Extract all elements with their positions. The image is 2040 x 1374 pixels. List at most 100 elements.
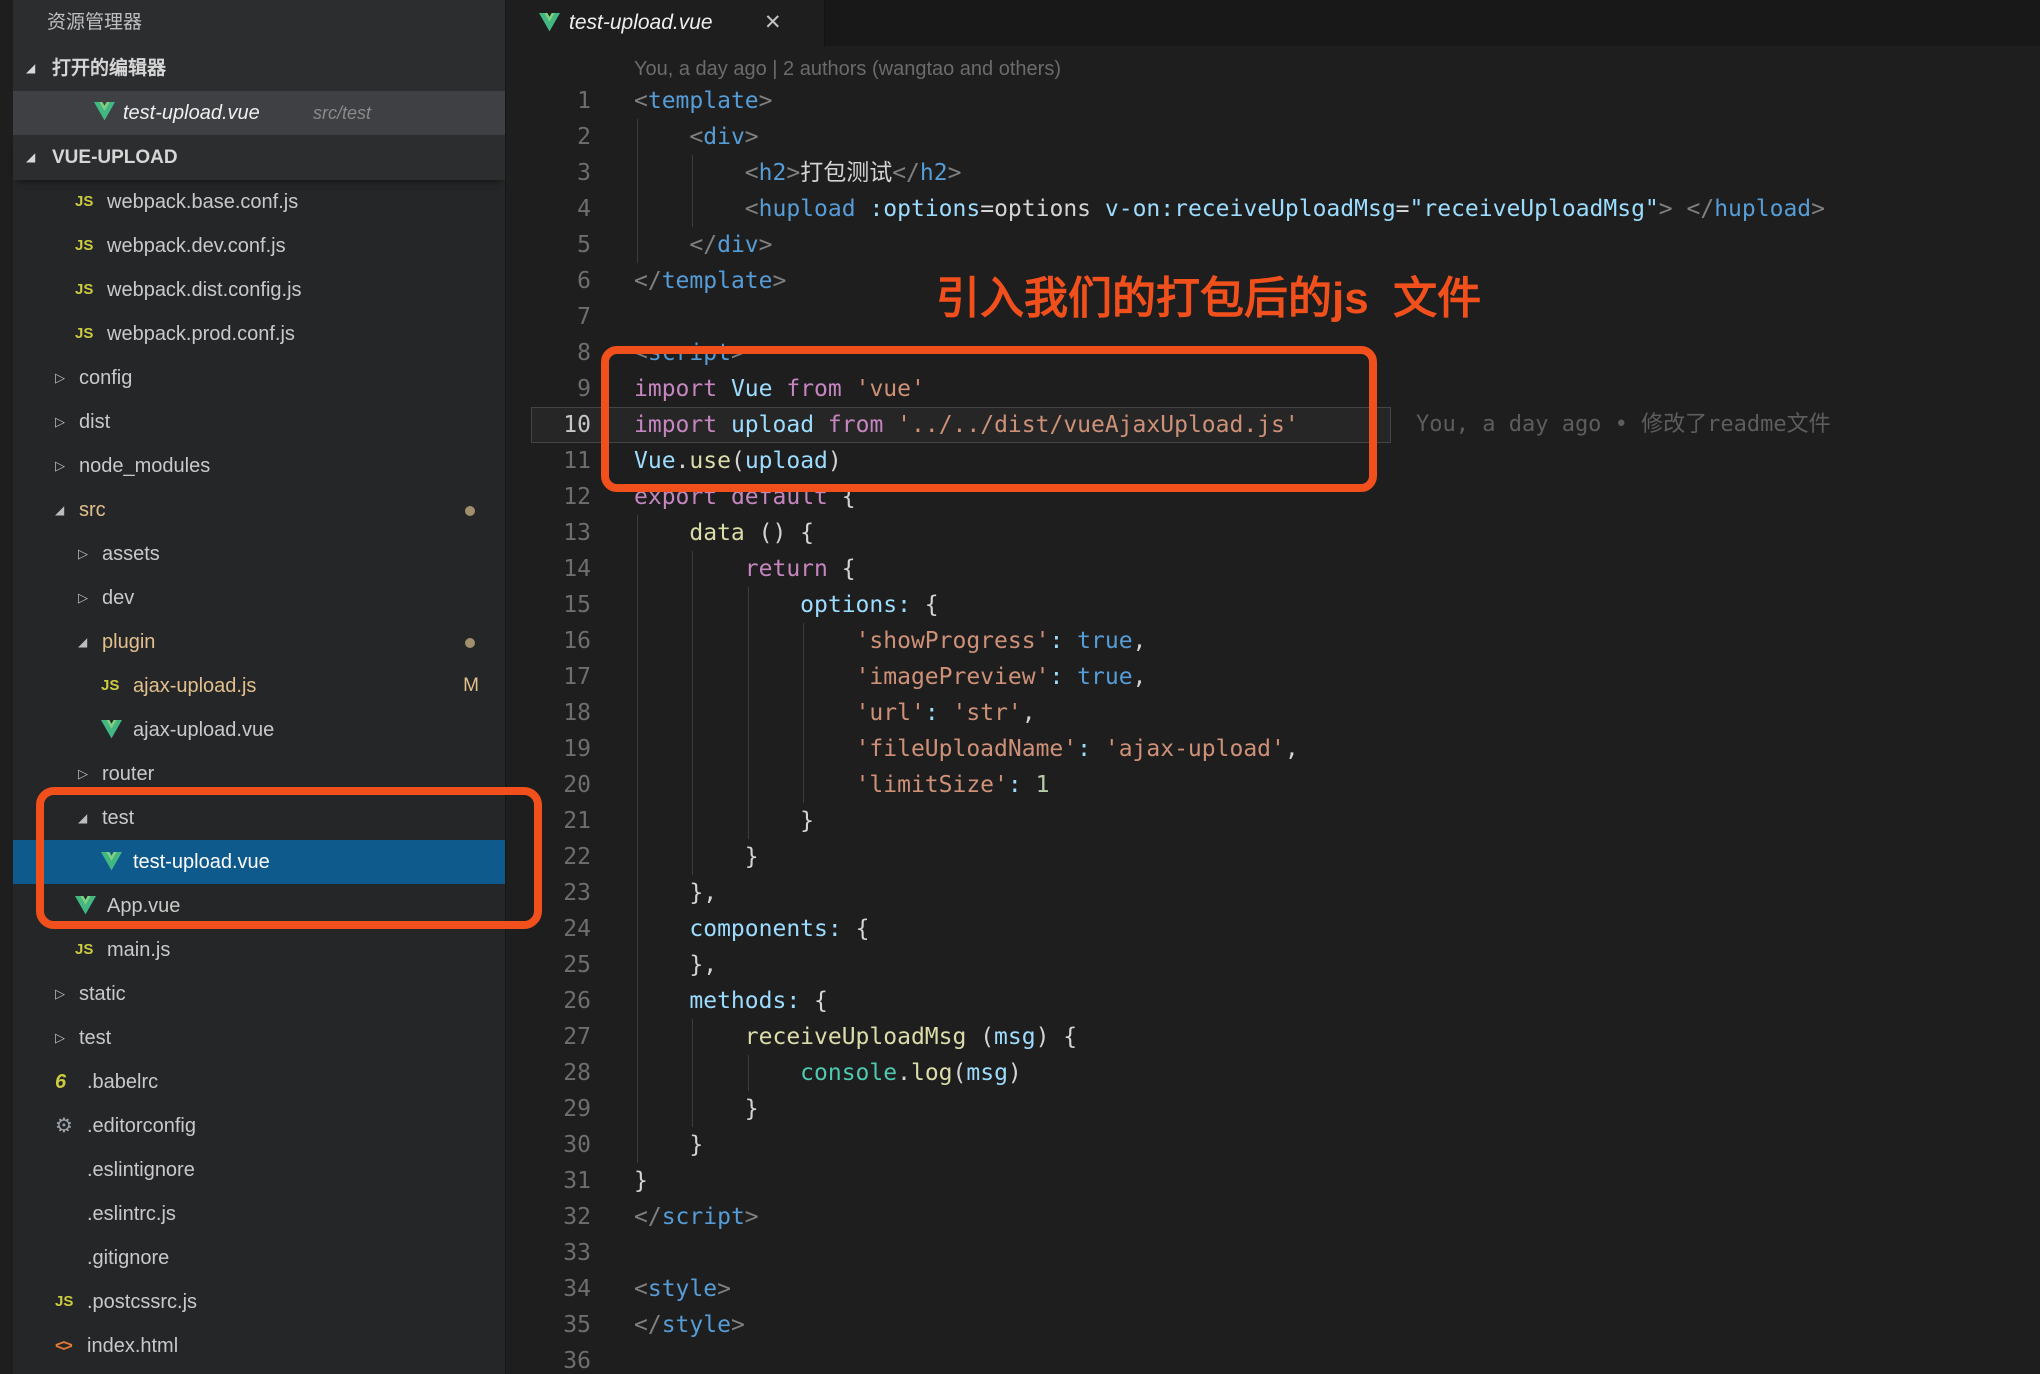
tree-item-App.vue[interactable]: App.vue — [13, 884, 505, 928]
tree-item-index.html[interactable]: <>index.html — [13, 1324, 505, 1368]
folder-collapsed-icon[interactable]: ▷ — [55, 972, 65, 1016]
line-number[interactable]: 29 — [506, 1091, 591, 1127]
tree-item-.gitignore[interactable]: .gitignore — [13, 1236, 505, 1280]
tree-item-router[interactable]: ▷router — [13, 752, 505, 796]
code-line-3[interactable]: 3 <h2>打包测试</h2> — [506, 155, 2040, 191]
open-editor-item-test-upload[interactable]: test-upload.vue src/test — [13, 91, 505, 135]
tree-item-test[interactable]: ◢test — [13, 796, 505, 840]
code-line-32[interactable]: 32</script> — [506, 1199, 2040, 1235]
code-line-23[interactable]: 23 }, — [506, 875, 2040, 911]
code-line-14[interactable]: 14 return { — [506, 551, 2040, 587]
folder-collapsed-icon[interactable]: ▷ — [55, 356, 65, 400]
line-number[interactable]: 26 — [506, 983, 591, 1019]
code-line-2[interactable]: 2 <div> — [506, 119, 2040, 155]
code-line-13[interactable]: 13 data () { — [506, 515, 2040, 551]
code-line-20[interactable]: 20 'limitSize': 1 — [506, 767, 2040, 803]
code-line-8[interactable]: 8<script> — [506, 335, 2040, 371]
line-number[interactable]: 31 — [506, 1163, 591, 1199]
line-number[interactable]: 17 — [506, 659, 591, 695]
tree-item-test[interactable]: ▷test — [13, 1016, 505, 1060]
line-number[interactable]: 36 — [506, 1343, 591, 1374]
folder-expanded-icon[interactable]: ◢ — [55, 488, 64, 532]
line-number[interactable]: 21 — [506, 803, 591, 839]
line-number[interactable]: 22 — [506, 839, 591, 875]
line-number[interactable]: 10 — [506, 407, 591, 443]
tree-item-ajax-upload.js[interactable]: JSajax-upload.jsM — [13, 664, 505, 708]
tree-item-.editorconfig[interactable]: ⚙.editorconfig — [13, 1104, 505, 1148]
folder-collapsed-icon[interactable]: ▷ — [55, 444, 65, 488]
line-number[interactable]: 24 — [506, 911, 591, 947]
code-line-17[interactable]: 17 'imagePreview': true, — [506, 659, 2040, 695]
tree-item-webpack.prod.conf.js[interactable]: JSwebpack.prod.conf.js — [13, 312, 505, 356]
line-number[interactable]: 14 — [506, 551, 591, 587]
tree-item-assets[interactable]: ▷assets — [13, 532, 505, 576]
folder-collapsed-icon[interactable]: ▷ — [55, 400, 65, 444]
tree-item-dist[interactable]: ▷dist — [13, 400, 505, 444]
line-number[interactable]: 25 — [506, 947, 591, 983]
line-number[interactable]: 8 — [506, 335, 591, 371]
tree-item-main.js[interactable]: JSmain.js — [13, 928, 505, 972]
open-editors-header[interactable]: ◢ 打开的编辑器 — [13, 46, 505, 91]
line-number[interactable]: 23 — [506, 875, 591, 911]
folder-expanded-icon[interactable]: ◢ — [78, 796, 87, 840]
folder-collapsed-icon[interactable]: ▷ — [78, 532, 88, 576]
code-line-24[interactable]: 24 components: { — [506, 911, 2040, 947]
code-line-36[interactable]: 36 — [506, 1343, 2040, 1374]
tree-item-.postcssrc.js[interactable]: JS.postcssrc.js — [13, 1280, 505, 1324]
line-number[interactable]: 6 — [506, 263, 591, 299]
line-number[interactable]: 16 — [506, 623, 591, 659]
line-number[interactable]: 33 — [506, 1235, 591, 1271]
code-line-7[interactable]: 7 — [506, 299, 2040, 335]
tree-item-webpack.dev.conf.js[interactable]: JSwebpack.dev.conf.js — [13, 224, 505, 268]
tree-item-.eslintrc.js[interactable]: .eslintrc.js — [13, 1192, 505, 1236]
code-line-26[interactable]: 26 methods: { — [506, 983, 2040, 1019]
folder-collapsed-icon[interactable]: ▷ — [78, 576, 88, 620]
line-number[interactable]: 18 — [506, 695, 591, 731]
gitlens-authors-codelens[interactable]: You, a day ago | 2 authors (wangtao and … — [634, 55, 1061, 83]
code-line-28[interactable]: 28 console.log(msg) — [506, 1055, 2040, 1091]
code-line-11[interactable]: 11Vue.use(upload) — [506, 443, 2040, 479]
code-line-31[interactable]: 31} — [506, 1163, 2040, 1199]
tree-item-webpack.dist.config.js[interactable]: JSwebpack.dist.config.js — [13, 268, 505, 312]
code-line-19[interactable]: 19 'fileUploadName': 'ajax-upload', — [506, 731, 2040, 767]
tree-item-config[interactable]: ▷config — [13, 356, 505, 400]
code-line-5[interactable]: 5 </div> — [506, 227, 2040, 263]
line-number[interactable]: 28 — [506, 1055, 591, 1091]
code-line-1[interactable]: 1<template> — [506, 83, 2040, 119]
code-line-9[interactable]: 9import Vue from 'vue' — [506, 371, 2040, 407]
line-number[interactable]: 27 — [506, 1019, 591, 1055]
code-line-35[interactable]: 35</style> — [506, 1307, 2040, 1343]
code-line-18[interactable]: 18 'url': 'str', — [506, 695, 2040, 731]
tree-item-nodemodules[interactable]: ▷node_modules — [13, 444, 505, 488]
code-line-29[interactable]: 29 } — [506, 1091, 2040, 1127]
code-line-34[interactable]: 34<style> — [506, 1271, 2040, 1307]
line-number[interactable]: 1 — [506, 83, 591, 119]
line-number[interactable]: 4 — [506, 191, 591, 227]
tree-item-src[interactable]: ◢src — [13, 488, 505, 532]
line-number[interactable]: 32 — [506, 1199, 591, 1235]
tree-item-dev[interactable]: ▷dev — [13, 576, 505, 620]
code-line-22[interactable]: 22 } — [506, 839, 2040, 875]
line-number[interactable]: 34 — [506, 1271, 591, 1307]
line-number[interactable]: 19 — [506, 731, 591, 767]
folder-collapsed-icon[interactable]: ▷ — [55, 1016, 65, 1060]
project-root-header[interactable]: ◢ VUE-UPLOAD — [13, 135, 505, 180]
code-line-30[interactable]: 30 } — [506, 1127, 2040, 1163]
folder-collapsed-icon[interactable]: ▷ — [78, 752, 88, 796]
line-number[interactable]: 30 — [506, 1127, 591, 1163]
tree-item-static[interactable]: ▷static — [13, 972, 505, 1016]
code-line-33[interactable]: 33 — [506, 1235, 2040, 1271]
tree-item-plugin[interactable]: ◢plugin — [13, 620, 505, 664]
code-line-4[interactable]: 4 <hupload :options=options v-on:receive… — [506, 191, 2040, 227]
tab-test-upload-vue[interactable]: test-upload.vue ✕ — [506, 0, 825, 46]
code-line-15[interactable]: 15 options: { — [506, 587, 2040, 623]
code-line-10[interactable]: 10import upload from '../../dist/vueAjax… — [506, 407, 2040, 443]
code-line-6[interactable]: 6</template> — [506, 263, 2040, 299]
line-number[interactable]: 12 — [506, 479, 591, 515]
line-number[interactable]: 11 — [506, 443, 591, 479]
line-number[interactable]: 20 — [506, 767, 591, 803]
line-number[interactable]: 9 — [506, 371, 591, 407]
code-line-21[interactable]: 21 } — [506, 803, 2040, 839]
code-area[interactable]: 1<template>2 <div>3 <h2>打包测试</h2>4 <hupl… — [506, 83, 2040, 1374]
line-number[interactable]: 7 — [506, 299, 591, 335]
